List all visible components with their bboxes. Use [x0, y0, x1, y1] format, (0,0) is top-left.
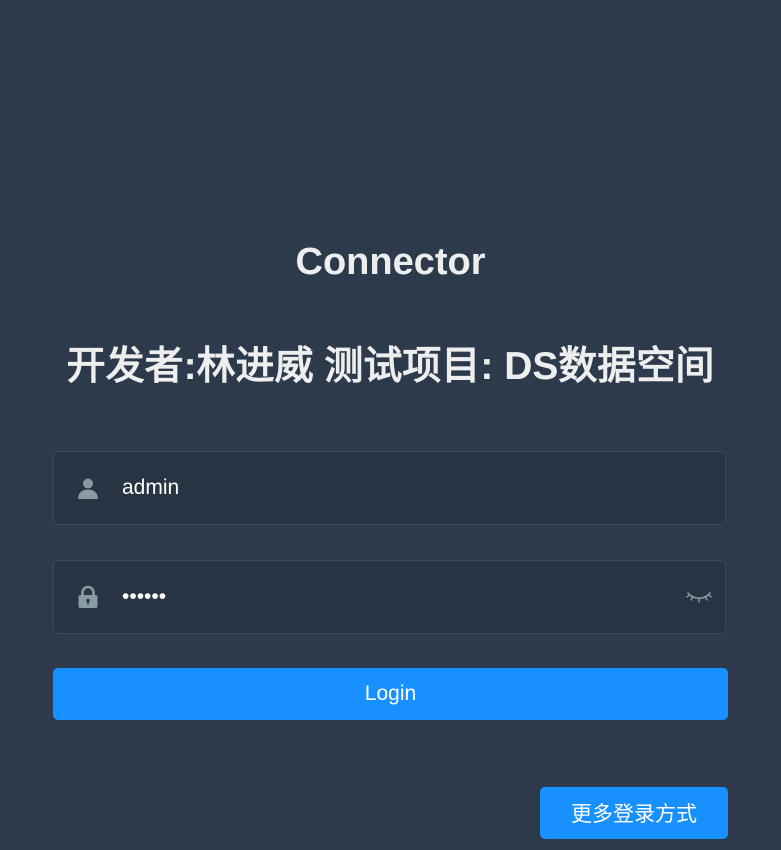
password-field[interactable] — [53, 560, 726, 634]
project-subtitle: 开发者:林进威 测试项目: DS数据空间 — [66, 345, 715, 388]
password-input[interactable] — [122, 577, 682, 617]
lock-icon — [76, 585, 100, 609]
app-title: Connector — [295, 241, 486, 283]
login-page: Connector 开发者:林进威 测试项目: DS数据空间 admin •••… — [0, 0, 781, 850]
user-icon — [76, 476, 100, 500]
username-field[interactable] — [53, 451, 726, 525]
more-login-options-button[interactable]: 更多登录方式 — [540, 787, 728, 839]
eye-closed-icon[interactable] — [685, 587, 713, 607]
login-button[interactable]: Login — [53, 668, 728, 720]
username-input[interactable] — [122, 468, 682, 508]
